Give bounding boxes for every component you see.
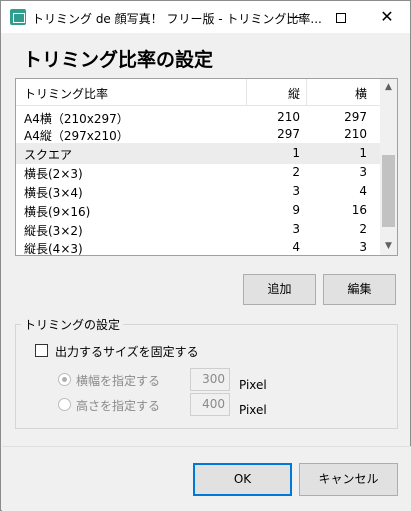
ratio-vertical: 210 xyxy=(277,110,300,124)
ratio-vertical: 2 xyxy=(292,165,300,179)
ratio-name: 横長(3×4) xyxy=(24,186,83,200)
trim-settings-title: トリミングの設定 xyxy=(21,316,124,333)
ok-button[interactable]: OK xyxy=(193,463,292,496)
ratio-horizontal: 4 xyxy=(359,184,367,198)
column-header-vertical[interactable]: 縦 xyxy=(288,85,300,102)
fix-size-checkbox[interactable] xyxy=(35,344,48,357)
close-button[interactable]: ✕ xyxy=(364,1,410,33)
ratio-name: 横長(2×3) xyxy=(24,167,83,181)
list-row[interactable]: 横長(3×4) 3 4 xyxy=(16,181,380,202)
ratio-vertical: 297 xyxy=(277,127,300,141)
ratio-name: 横長(9×16) xyxy=(24,205,91,219)
ratio-name: A4縦（297x210） xyxy=(24,129,129,143)
maximize-button[interactable] xyxy=(318,1,364,33)
dialog-window: トリミング de 顔写真！ フリー版 - トリミング比率... ✕ トリミング比… xyxy=(0,0,411,511)
vertical-scrollbar[interactable]: ▲ ▼ xyxy=(380,79,397,255)
list-row-selected[interactable]: スクエア 1 1 xyxy=(16,143,380,164)
cancel-button[interactable]: キャンセル xyxy=(299,463,398,496)
ratio-vertical: 3 xyxy=(292,184,300,198)
add-button[interactable]: 追加 xyxy=(243,274,316,305)
ratio-vertical: 4 xyxy=(292,240,300,254)
list-row[interactable]: A4縦（297x210） 297 210 xyxy=(16,124,380,145)
height-radio[interactable] xyxy=(58,398,71,411)
list-row[interactable]: 横長(9×16) 9 16 xyxy=(16,200,380,221)
ratio-vertical: 9 xyxy=(292,203,300,217)
minimize-button[interactable] xyxy=(272,1,318,33)
close-icon: ✕ xyxy=(380,7,394,26)
list-row[interactable]: 横長(2×3) 2 3 xyxy=(16,162,380,183)
chevron-down-icon[interactable]: ▼ xyxy=(380,238,397,255)
column-header-horizontal[interactable]: 横 xyxy=(355,85,367,102)
ratio-vertical: 3 xyxy=(292,222,300,236)
ratio-name: スクエア xyxy=(24,148,73,162)
width-unit-label: Pixel xyxy=(239,378,267,392)
ratio-horizontal: 297 xyxy=(344,110,367,124)
width-radio[interactable] xyxy=(58,373,71,386)
ratio-horizontal: 210 xyxy=(344,127,367,141)
maximize-icon xyxy=(336,12,346,23)
fix-size-label[interactable]: 出力するサイズを固定する xyxy=(55,343,199,360)
scrollbar-thumb[interactable] xyxy=(382,155,395,227)
height-radio-label[interactable]: 高さを指定する xyxy=(76,397,160,414)
app-icon xyxy=(10,9,26,25)
ratio-list[interactable]: トリミング比率 縦 横 A4横（210x297） 210 297 A4縦（297… xyxy=(15,78,398,256)
ratio-horizontal: 3 xyxy=(359,240,367,254)
column-divider[interactable] xyxy=(306,79,307,105)
page-title: トリミング比率の設定 xyxy=(23,49,214,71)
list-header: トリミング比率 縦 横 xyxy=(16,79,380,106)
height-input[interactable]: 400 xyxy=(190,393,230,416)
ratio-vertical: 1 xyxy=(292,146,300,160)
width-radio-label[interactable]: 横幅を指定する xyxy=(76,372,160,389)
height-unit-label: Pixel xyxy=(239,403,267,417)
ratio-horizontal: 1 xyxy=(359,146,367,160)
list-row[interactable]: 縦長(4×3) 4 3 xyxy=(16,237,380,256)
minimize-icon xyxy=(289,17,301,18)
column-divider[interactable] xyxy=(246,79,247,105)
ratio-name: 縦長(4×3) xyxy=(24,242,83,256)
ratio-horizontal: 3 xyxy=(359,165,367,179)
ratio-horizontal: 2 xyxy=(359,222,367,236)
width-input[interactable]: 300 xyxy=(190,368,230,391)
chevron-up-icon[interactable]: ▲ xyxy=(380,79,397,96)
column-header-ratio[interactable]: トリミング比率 xyxy=(24,85,108,102)
title-bar: トリミング de 顔写真！ フリー版 - トリミング比率... ✕ xyxy=(1,1,410,33)
ratio-horizontal: 16 xyxy=(351,203,367,217)
edit-button[interactable]: 編集 xyxy=(323,274,396,305)
